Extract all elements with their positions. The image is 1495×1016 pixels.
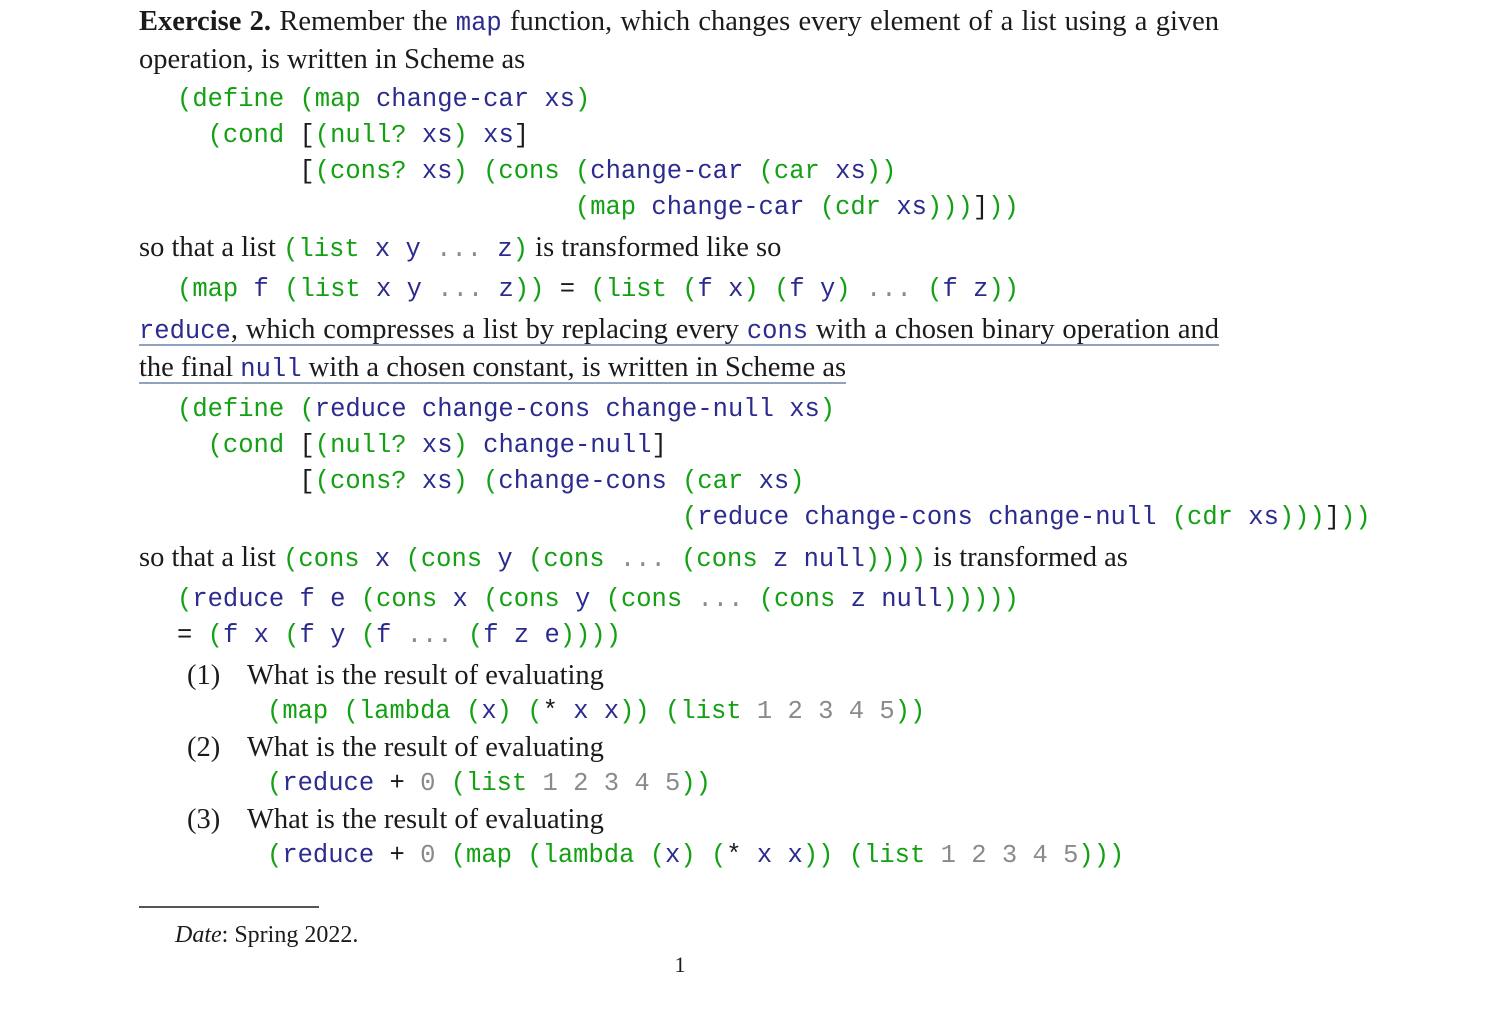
question-prompt: What is the result of evaluating [247, 804, 604, 835]
question-item: (1) What is the result of evaluating (ma… [139, 658, 1219, 730]
code-line: (cond [(null? xs) change-null] [207, 431, 667, 460]
inline-code-null: null [240, 355, 302, 384]
code-line: (reduce f e (cons x (cons y (cons ... (c… [177, 585, 1019, 614]
reduce-description-paragraph[interactable]: reduce, which compresses a list by repla… [139, 312, 1219, 388]
reduce-text-3: with a chosen constant, is written in Sc… [301, 352, 847, 383]
date-value: : Spring 2022. [221, 922, 359, 948]
question-item: (2) What is the result of evaluating (re… [139, 730, 1219, 802]
code-line: (map f (list x y ... z)) = (list (f x) (… [177, 275, 1020, 304]
inline-code-list-xyz: (list x y ... z) [283, 235, 529, 264]
question-prompt: What is the result of evaluating [247, 732, 604, 763]
inline-code-cons-chain: (cons x (cons y (cons ... (cons z null))… [283, 545, 926, 574]
code-line: (cond [(null? xs) xs] [207, 121, 530, 150]
reduce-text-1: , which compresses a list by replacing e… [230, 314, 747, 345]
question-number: (2) [187, 732, 221, 763]
question-number: (3) [187, 804, 221, 835]
transform-reduce-tail: is transformed as [926, 542, 1128, 573]
code-line: (define (map change-car xs) [177, 85, 591, 114]
transform-map-lead: so that a list [139, 232, 284, 263]
page-content: Exercise 2. Remember the map function, w… [139, 4, 1371, 874]
question-code: (reduce + 0 (map (lambda (x) (* x x)) (l… [267, 841, 1125, 870]
question-prompt: What is the result of evaluating [247, 660, 604, 691]
questions-list: (1) What is the result of evaluating (ma… [139, 658, 1219, 874]
exercise-label: Exercise 2. [139, 6, 272, 37]
code-block-map-equation: (map f (list x y ... z)) = (list (f x) (… [139, 272, 1219, 308]
question-item: (3) What is the result of evaluating (re… [139, 802, 1219, 874]
exercise-intro-paragraph: Exercise 2. Remember the map function, w… [139, 4, 1219, 78]
question-code: (map (lambda (x) (* x x)) (list 1 2 3 4 … [267, 697, 926, 726]
date-footnote: Date: Spring 2022. [175, 919, 358, 951]
code-line: (map change-car (cdr xs)))])) [574, 193, 1019, 222]
code-block-reduce-definition: (define (reduce change-cons change-null … [139, 392, 1371, 536]
code-block-reduce-equation: (reduce f e (cons x (cons y (cons ... (c… [139, 582, 1219, 654]
document-page: Exercise 2. Remember the map function, w… [0, 0, 1495, 1016]
inline-code-map: map [455, 9, 502, 38]
question-code: (reduce + 0 (list 1 2 3 4 5)) [267, 769, 711, 798]
code-line: (define (reduce change-cons change-null … [177, 395, 836, 424]
footnote-rule [139, 906, 319, 908]
transform-reduce-paragraph: so that a list (cons x (cons y (cons ...… [139, 540, 1219, 578]
inline-code-cons: cons [746, 317, 809, 346]
transform-reduce-lead: so that a list [139, 542, 284, 573]
question-number: (1) [187, 660, 221, 691]
inline-code-reduce: reduce [139, 317, 231, 346]
code-line: = (f x (f y (f ... (f z e)))) [177, 621, 622, 650]
page-number: 1 [674, 952, 686, 977]
transform-map-paragraph: so that a list (list x y ... z) is trans… [139, 230, 1219, 268]
code-block-map-definition: (define (map change-car xs) (cond [(null… [139, 82, 1219, 226]
date-label: Date [175, 922, 222, 948]
exercise-intro-text-1: Remember the [271, 6, 456, 37]
code-line: [(cons? xs) (cons (change-car (car xs)) [299, 157, 897, 186]
code-line: [(cons? xs) (change-cons (car xs) [299, 467, 805, 496]
code-line: (reduce change-cons change-null (cdr xs)… [681, 503, 1371, 532]
transform-map-tail: is transformed like so [528, 232, 782, 263]
